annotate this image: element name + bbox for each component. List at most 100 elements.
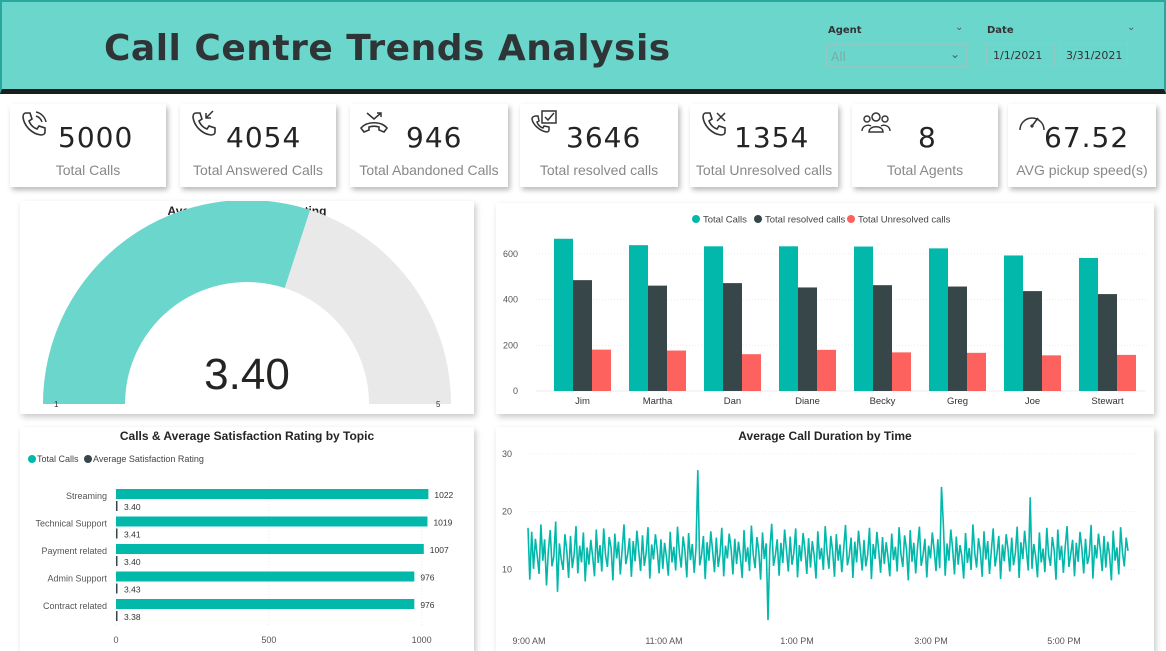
kpi-label: Total Agents [886, 162, 964, 178]
bar-total-calls [116, 544, 424, 554]
kpi-label: Total Calls [55, 162, 121, 178]
kpi-card-abandoned-calls: 946 Total Abandoned Calls [350, 104, 508, 187]
kpi-label: Total resolved calls [539, 162, 659, 178]
bar [817, 349, 836, 391]
legend-marker [847, 215, 855, 223]
agent-dropdown[interactable]: All ⌄ [826, 44, 967, 67]
bar-satisfaction [116, 556, 118, 566]
x-tick-label: Jim [575, 396, 590, 407]
bar-value-label: 976 [420, 573, 434, 583]
bar-value-label: 3.40 [124, 557, 141, 567]
bar [573, 280, 592, 391]
bar-satisfaction [116, 528, 118, 539]
line-series [527, 470, 1129, 621]
agent-bar-panel: Total Calls Total resolved calls Total Unr… [496, 203, 1154, 414]
chevron-down-icon[interactable]: ⌄ [955, 22, 963, 33]
kpi-card-unresolved-calls: 1354 Total Unresolved calls [690, 104, 838, 187]
bar-value-label: 3.40 [124, 502, 141, 512]
date-end-input[interactable]: 3/31/2021 [1059, 43, 1128, 66]
bar [1098, 294, 1117, 391]
chevron-down-icon[interactable]: ⌄ [1127, 22, 1135, 33]
bar [854, 246, 873, 391]
bar-satisfaction [116, 611, 118, 621]
phone-call-icon [22, 111, 47, 136]
y-category-label: Admin Support [47, 574, 107, 584]
y-category-label: Streaming [66, 491, 107, 501]
duration-line-panel: Average Call Duration by Time 10 20 30 9:00… [496, 427, 1154, 651]
kpi-value: 1354 [734, 121, 810, 154]
topic-bar-panel: Calls & Average Satisfaction Rating by T… [20, 427, 474, 651]
bar-value-label: 976 [420, 600, 434, 610]
bar [1004, 255, 1023, 391]
bar-satisfaction [116, 501, 118, 511]
y-tick-label: 10 [502, 564, 512, 574]
x-tick-label: Joe [1025, 396, 1040, 407]
y-tick-label: 0 [513, 386, 518, 396]
bar-total-calls [116, 571, 415, 582]
agent-bar-chart: Total Calls Total resolved calls Total Unr… [503, 215, 1146, 407]
bar-total-calls [116, 489, 429, 499]
kpi-value: 5000 [58, 121, 134, 154]
legend-label: Total resolved calls [765, 215, 846, 226]
chart-legend: Total Calls Total resolved calls Total Unr… [692, 215, 951, 226]
dashboard: Call Centre Trends Analysis Agent ⌄ All … [0, 0, 1166, 651]
bar [798, 287, 817, 391]
bar-satisfaction [116, 583, 118, 594]
agents-group-icon [861, 112, 891, 133]
x-tick-label: 1000 [412, 635, 432, 645]
bar [742, 354, 761, 391]
date-start-input[interactable]: 1/1/2021 [986, 43, 1055, 66]
kpi-label: Total Unresolved calls [695, 162, 833, 178]
phone-incoming-icon [192, 110, 216, 136]
bar [554, 238, 573, 391]
bar [967, 352, 986, 391]
kpi-card-pickup-speed: 67.52 AVG pickup speed(s) [1008, 104, 1156, 187]
chevron-down-icon: ⌄ [949, 47, 960, 61]
bar [704, 246, 723, 391]
x-tick-label: 3:00 PM [914, 636, 948, 646]
x-tick-label: 1:00 PM [780, 636, 814, 646]
bar [948, 286, 967, 391]
phone-hangup-icon [359, 112, 389, 133]
bar [1023, 291, 1042, 391]
y-tick-label: 400 [503, 295, 518, 305]
legend-marker [84, 455, 92, 463]
kpi-value: 67.52 [1044, 121, 1130, 154]
bar [1117, 354, 1136, 391]
kpi-value: 8 [918, 121, 937, 154]
bar-total-calls [116, 599, 415, 609]
bar-value-label: 3.41 [124, 530, 141, 540]
duration-line-chart: 10 20 30 9:00 AM 11:00 AM 1:00 PM 3:00 PM 5:00 … [502, 449, 1136, 646]
kpi-label: Total Abandoned Calls [359, 162, 499, 178]
gauge-value: 3.40 [204, 350, 290, 399]
legend-label: Total Unresolved calls [858, 215, 951, 226]
y-category-label: Contract related [43, 601, 107, 611]
topic-bar-chart: Total Calls Average Satisfaction Rating 0 5… [28, 454, 454, 645]
bar [667, 350, 686, 391]
x-tick-label: 9:00 AM [512, 636, 545, 646]
x-tick-label: 500 [261, 635, 276, 645]
kpi-card-answered-calls: 4054 Total Answered Calls [180, 104, 336, 187]
legend-label: Total Calls [703, 215, 747, 226]
gauge-chart: 3.40 1 5 [43, 201, 451, 409]
bar [592, 349, 611, 391]
bar [1042, 355, 1061, 391]
legend-marker [754, 215, 762, 223]
gauge-min-label: 1 [54, 400, 59, 409]
bar [1079, 257, 1098, 391]
kpi-label: AVG pickup speed(s) [1016, 162, 1148, 178]
y-tick-label: 200 [503, 340, 518, 350]
bar-value-label: 3.43 [124, 585, 141, 595]
kpi-value: 4054 [226, 121, 302, 154]
bar-value-label: 3.38 [124, 612, 141, 622]
gauge-max-label: 5 [436, 400, 441, 409]
bar [723, 283, 742, 391]
agent-slicer-label: Agent [828, 25, 862, 36]
legend-marker [28, 455, 36, 463]
phone-missed-icon [702, 112, 726, 136]
bar [629, 245, 648, 391]
legend-label: Total Calls [37, 454, 79, 464]
bar-value-label: 1019 [433, 518, 452, 528]
page-title: Call Centre Trends Analysis [104, 28, 671, 69]
x-tick-label: Diane [795, 396, 820, 407]
